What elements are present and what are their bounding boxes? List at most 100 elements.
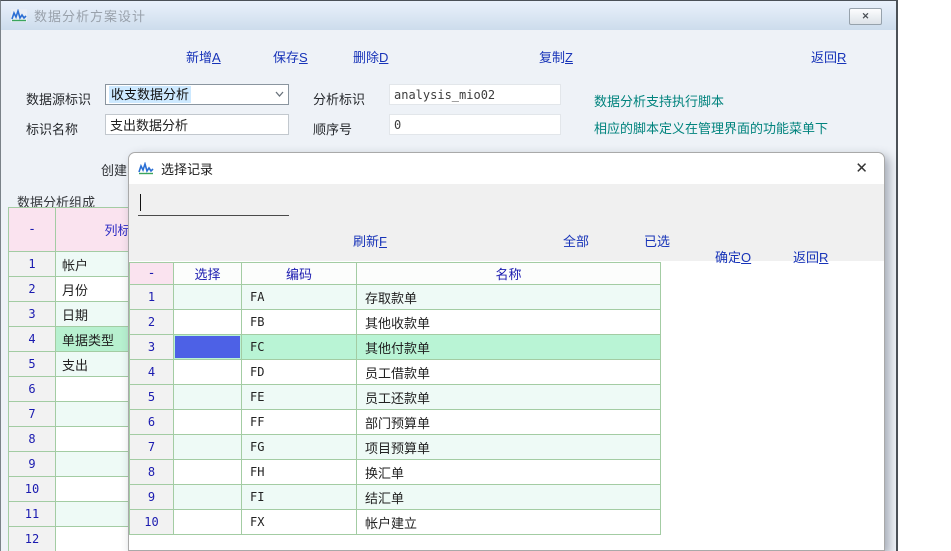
select-cell[interactable]: [174, 410, 242, 435]
record-row[interactable]: 6 FF部门预算单: [130, 410, 661, 435]
delete-button[interactable]: 删除D: [353, 47, 388, 66]
row-number: 2: [130, 310, 174, 335]
id-name-input[interactable]: 支出数据分析: [105, 114, 289, 135]
record-header-select: 选择: [174, 263, 242, 285]
text-cursor: [140, 194, 141, 211]
record-row[interactable]: 3 FC其他付款单: [130, 335, 661, 360]
row-number: 2: [9, 277, 56, 302]
all-filter-button[interactable]: 全部: [563, 231, 589, 250]
select-cell[interactable]: [174, 285, 242, 310]
search-input[interactable]: [138, 191, 289, 216]
row-number: 3: [9, 302, 56, 327]
record-row[interactable]: 7 FG项目预算单: [130, 435, 661, 460]
dialog-toolbar: 刷新F 全部 已选 确定O 返回R: [129, 184, 884, 261]
row-number: 11: [9, 502, 56, 527]
window-titlebar: 数据分析方案设计 ✕: [1, 1, 896, 30]
record-row[interactable]: 8FH换汇单: [130, 460, 661, 485]
row-number: 10: [9, 477, 56, 502]
name-cell: 员工借款单: [357, 360, 661, 385]
select-cell[interactable]: [174, 335, 242, 360]
record-row[interactable]: 5 FE员工还款单: [130, 385, 661, 410]
script-hint-line2: 相应的脚本定义在管理界面的功能菜单下: [594, 118, 828, 137]
code-cell: FI: [242, 485, 357, 510]
dialog-close-icon[interactable]: ✕: [855, 161, 868, 176]
name-cell: 项目预算单: [357, 435, 661, 460]
dialog-icon: [138, 162, 154, 175]
refresh-button[interactable]: 刷新F: [353, 231, 387, 250]
dialog-titlebar: 选择记录 ✕: [129, 153, 884, 184]
row-number: 9: [130, 485, 174, 510]
row-number: 10: [130, 510, 174, 535]
code-cell: FB: [242, 310, 357, 335]
desktop: 数据分析方案设计 ✕ 新增A 保存S 删除D 复制Z 返回R 数据源标识 收支数…: [0, 0, 951, 551]
datasource-selected-value: 收支数据分析: [109, 86, 191, 103]
select-cell[interactable]: [174, 310, 242, 335]
record-header-marker: -: [130, 263, 174, 285]
sequence-input[interactable]: 0: [389, 114, 561, 135]
row-number: 5: [130, 385, 174, 410]
record-row[interactable]: 1 FA存取款单: [130, 285, 661, 310]
create-button[interactable]: 创建: [101, 160, 127, 179]
row-number: 8: [9, 427, 56, 452]
row-number: 4: [130, 360, 174, 385]
code-cell: FH: [242, 460, 357, 485]
select-cell[interactable]: [174, 460, 242, 485]
sequence-label: 顺序号: [313, 119, 352, 138]
name-cell: 其他收款单: [357, 310, 661, 335]
name-cell: 部门预算单: [357, 410, 661, 435]
selected-filter-button[interactable]: 已选: [644, 231, 670, 250]
chevron-down-icon: [275, 91, 284, 97]
record-row[interactable]: 9FI结汇单: [130, 485, 661, 510]
row-number: 8: [130, 460, 174, 485]
row-number: 1: [130, 285, 174, 310]
code-cell: FX: [242, 510, 357, 535]
analysis-id-field[interactable]: analysis_mio02: [389, 84, 561, 105]
code-cell: FG: [242, 435, 357, 460]
select-record-dialog: 选择记录 ✕ 刷新F 全部 已选 确定O 返回R - 选择 编码 名称 1 FA存…: [128, 152, 885, 551]
analysis-id-label: 分析标识: [313, 89, 365, 108]
name-cell: 员工还款单: [357, 385, 661, 410]
record-table-body: 1FA存取款单2FB其他收款单3FC其他付款单4FD员工借款单5FE员工还款单6…: [130, 285, 661, 535]
code-cell: FF: [242, 410, 357, 435]
add-button[interactable]: 新增A: [186, 47, 221, 66]
row-number: 7: [130, 435, 174, 460]
row-number: 1: [9, 252, 56, 277]
copy-button[interactable]: 复制Z: [539, 47, 573, 66]
ok-button[interactable]: 确定O: [715, 247, 751, 266]
row-number: 3: [130, 335, 174, 360]
app-icon: [11, 9, 27, 22]
name-cell: 存取款单: [357, 285, 661, 310]
close-icon: ✕: [862, 11, 870, 22]
selected-cell-marker: [175, 336, 240, 358]
id-name-label: 标识名称: [26, 119, 78, 138]
select-cell[interactable]: [174, 435, 242, 460]
row-number: 12: [9, 527, 56, 551]
name-cell: 帐户建立: [357, 510, 661, 535]
record-row[interactable]: 4FD员工借款单: [130, 360, 661, 385]
record-header-name: 名称: [357, 263, 661, 285]
script-hint-line1: 数据分析支持执行脚本: [594, 91, 724, 110]
record-table: - 选择 编码 名称 1 FA存取款单 2 FB其他收款单 3 FC其他付款单4FD员工借…: [129, 262, 661, 535]
datasource-select[interactable]: 收支数据分析: [105, 84, 289, 105]
select-cell[interactable]: [174, 485, 242, 510]
window-close-button[interactable]: ✕: [849, 8, 882, 25]
window-title: 数据分析方案设计: [34, 6, 146, 25]
row-number: 6: [130, 410, 174, 435]
code-cell: FE: [242, 385, 357, 410]
row-number: 5: [9, 352, 56, 377]
row-number: 9: [9, 452, 56, 477]
record-row[interactable]: 2 FB其他收款单: [130, 310, 661, 335]
return-button[interactable]: 返回R: [811, 47, 846, 66]
save-button[interactable]: 保存S: [273, 47, 308, 66]
record-row[interactable]: 10 FX帐户建立: [130, 510, 661, 535]
record-table-header: - 选择 编码 名称: [130, 263, 661, 285]
datasource-label: 数据源标识: [26, 89, 91, 108]
code-cell: FC: [242, 335, 357, 360]
name-cell: 其他付款单: [357, 335, 661, 360]
code-cell: FA: [242, 285, 357, 310]
dialog-title: 选择记录: [161, 159, 213, 178]
dialog-return-button[interactable]: 返回R: [793, 247, 828, 266]
select-cell[interactable]: [174, 510, 242, 535]
select-cell[interactable]: [174, 360, 242, 385]
select-cell[interactable]: [174, 385, 242, 410]
